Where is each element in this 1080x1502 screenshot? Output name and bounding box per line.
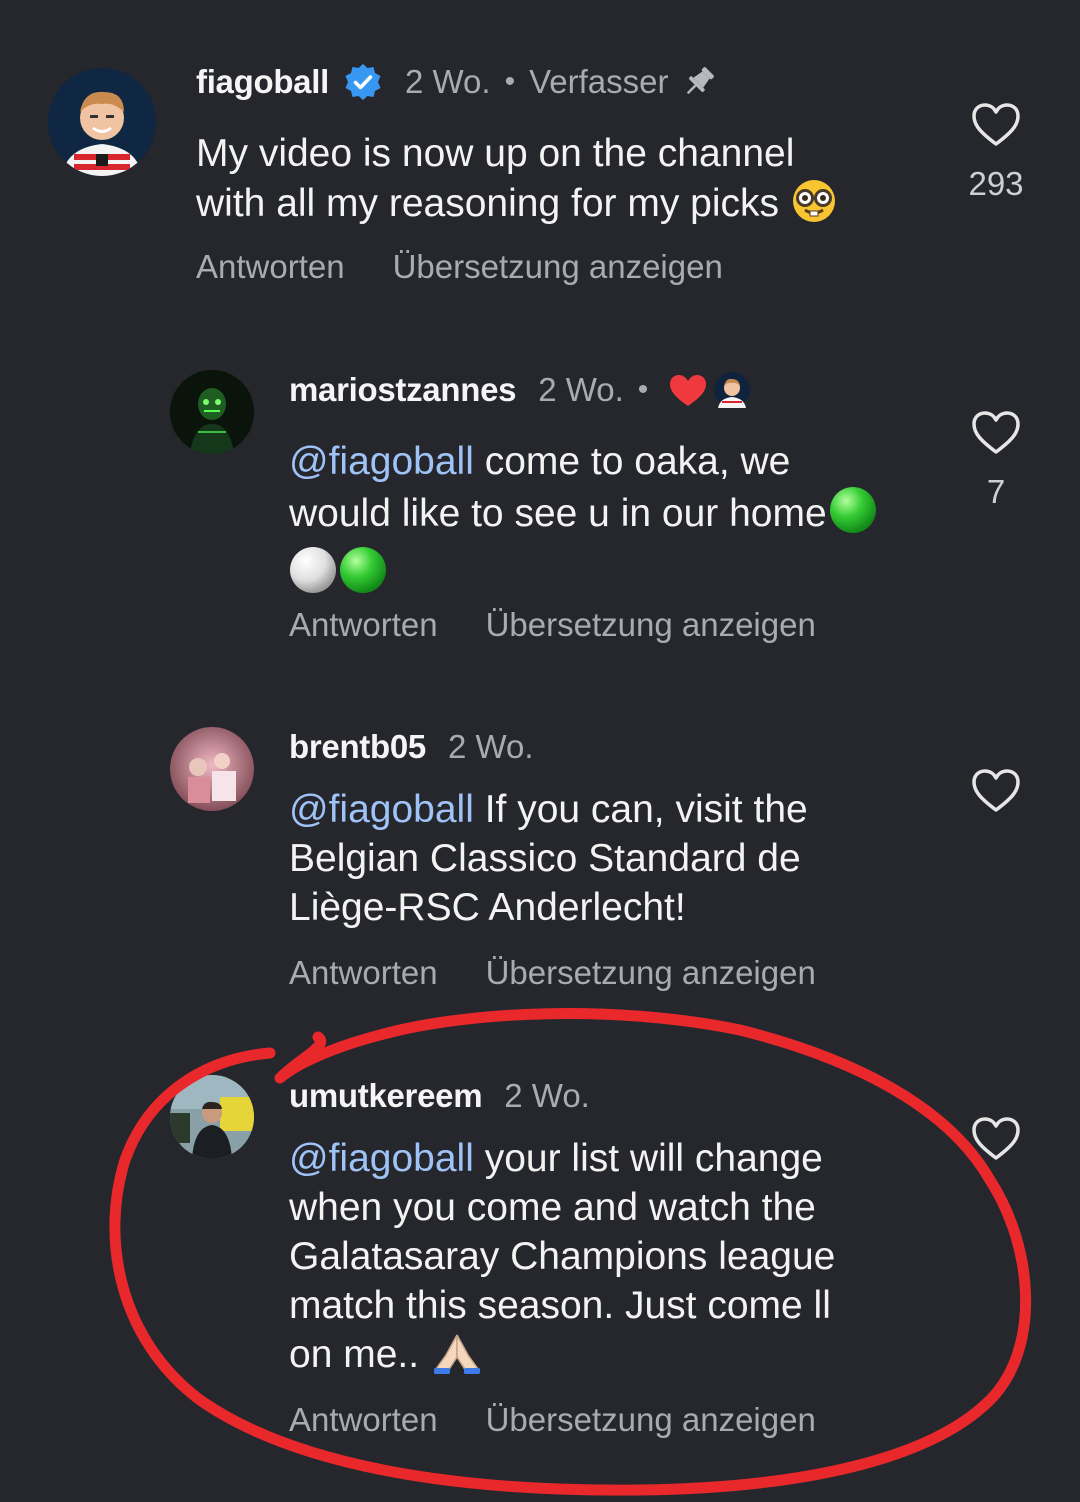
folded-hands-emoji bbox=[430, 1331, 484, 1387]
reply-button[interactable]: Antworten bbox=[289, 1401, 438, 1438]
show-translation-button[interactable]: Übersetzung anzeigen bbox=[486, 1401, 816, 1438]
mention-link[interactable]: @fiagoball bbox=[289, 1137, 474, 1180]
comment-text: @fiagoball your list will change when yo… bbox=[289, 1134, 939, 1387]
username[interactable]: umutkereem bbox=[289, 1077, 483, 1115]
avatar[interactable] bbox=[170, 1075, 254, 1159]
comment-actions: Antworten Übersetzung anzeigen bbox=[289, 1401, 816, 1439]
comment-header: umutkereem 2 Wo. bbox=[289, 1074, 590, 1118]
timestamp: 2 Wo. bbox=[504, 1077, 590, 1114]
comment-umutkereem: umutkereem 2 Wo. @fiagoball your list wi… bbox=[0, 0, 1080, 1502]
heart-outline-icon[interactable] bbox=[971, 1116, 1021, 1167]
like-area bbox=[951, 1116, 1041, 1167]
